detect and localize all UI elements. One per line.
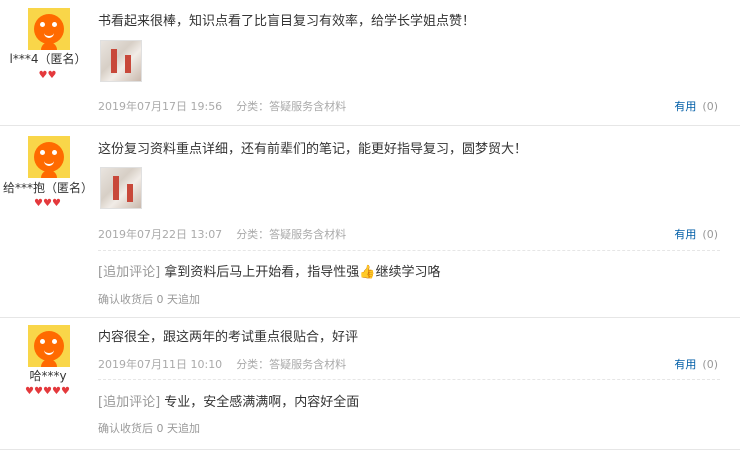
- useful-button[interactable]: 有用 (0): [674, 226, 718, 242]
- useful-count: (0): [702, 100, 718, 113]
- additional-review-text: 专业，安全感满满啊，内容好全面: [164, 395, 360, 410]
- heart-icon: [43, 388, 52, 396]
- review-category: 分类：答疑服务含材料: [236, 228, 347, 241]
- review-date: 2019年07月22日 13:07: [98, 228, 223, 241]
- username: 给***抱（匿名）: [2, 181, 93, 195]
- divider: [98, 250, 720, 251]
- review-date: 2019年07月11日 10:10: [98, 358, 223, 371]
- useful-label: 有用: [674, 228, 697, 241]
- heart-icon: [39, 72, 48, 80]
- username: l***4（匿名）: [9, 52, 87, 66]
- heart-icon: [43, 200, 52, 208]
- useful-label: 有用: [674, 100, 697, 113]
- heart-icon: [61, 388, 70, 396]
- avatar-icon[interactable]: [28, 136, 70, 178]
- review-image[interactable]: [100, 40, 142, 82]
- heart-icon: [52, 388, 61, 396]
- review-item: 哈***y 内容很全，跟这两年的考试重点很贴合，好评 2019年07月11日 1…: [0, 318, 740, 450]
- additional-review-time: 确认收货后 0 天追加: [98, 422, 200, 435]
- heart-icon: [34, 200, 43, 208]
- review-meta: 2019年07月17日 19:56 分类：答疑服务含材料: [98, 98, 346, 114]
- review-meta: 2019年07月22日 13:07 分类：答疑服务含材料: [98, 226, 346, 242]
- additional-review: [追加评论] 专业，安全感满满啊，内容好全面: [98, 391, 359, 410]
- additional-review-tag: [追加评论]: [98, 265, 161, 280]
- user-rank: [0, 72, 96, 80]
- review-image[interactable]: [100, 167, 142, 209]
- heart-icon: [52, 200, 61, 208]
- useful-button[interactable]: 有用 (0): [674, 356, 718, 372]
- useful-label: 有用: [674, 358, 697, 371]
- review-date: 2019年07月17日 19:56: [98, 100, 223, 113]
- additional-review-time: 确认收货后 0 天追加: [98, 293, 200, 306]
- additional-review-tag: [追加评论]: [98, 395, 161, 410]
- review-category: 分类：答疑服务含材料: [236, 100, 347, 113]
- avatar-icon[interactable]: [28, 8, 70, 50]
- heart-icon: [48, 72, 57, 80]
- user-rank: [0, 200, 96, 208]
- additional-review-text: 拿到资料后马上开始看，指导性强👍继续学习咯: [164, 265, 441, 280]
- useful-button[interactable]: 有用 (0): [674, 98, 718, 114]
- heart-icon: [25, 388, 34, 396]
- review-item: l***4（匿名） 书看起来很棒，知识点看了比盲目复习有效率，给学长学姐点赞！ …: [0, 0, 740, 126]
- heart-icon: [34, 388, 43, 396]
- user-rank: [0, 388, 96, 396]
- review-item: 给***抱（匿名） 这份复习资料重点详细，还有前辈们的笔记，能更好指导复习，圆梦…: [0, 126, 740, 318]
- additional-review: [追加评论] 拿到资料后马上开始看，指导性强👍继续学习咯: [98, 261, 440, 280]
- review-text: 内容很全，跟这两年的考试重点很贴合，好评: [98, 330, 359, 345]
- review-meta: 2019年07月11日 10:10 分类：答疑服务含材料: [98, 356, 346, 372]
- review-text: 这份复习资料重点详细，还有前辈们的笔记，能更好指导复习，圆梦贸大！: [98, 142, 528, 157]
- review-text: 书看起来很棒，知识点看了比盲目复习有效率，给学长学姐点赞！: [98, 14, 476, 29]
- avatar-icon[interactable]: [28, 325, 70, 367]
- divider: [98, 379, 720, 380]
- review-category: 分类：答疑服务含材料: [236, 358, 347, 371]
- useful-count: (0): [702, 228, 718, 241]
- username: 哈***y: [29, 369, 67, 383]
- useful-count: (0): [702, 358, 718, 371]
